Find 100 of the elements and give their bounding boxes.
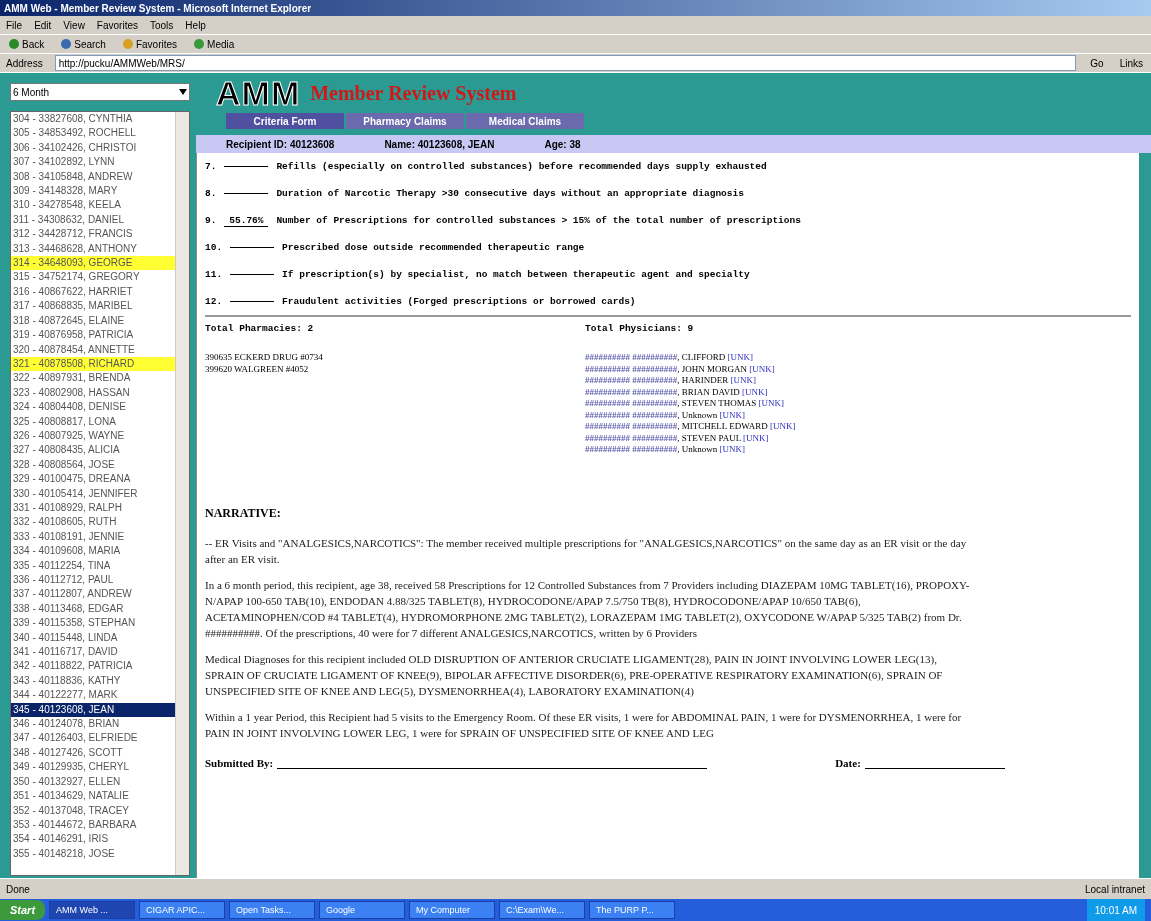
member-list[interactable] bbox=[10, 111, 190, 876]
scrollbar[interactable] bbox=[175, 112, 189, 875]
member-item[interactable]: 345 - 40123608, JEAN bbox=[11, 702, 175, 718]
criterion-row-text: 11. If prescription(s) by specialist, no match between therapeutic agent and specialty bbox=[205, 268, 751, 282]
member-item[interactable]: 330 - 40105414, JENNIFER bbox=[11, 486, 175, 501]
member-item[interactable]: 335 - 40112254, TINA bbox=[11, 558, 175, 573]
criterion-row-text: 8. Duration of Narcotic Therapy >30 consecutive days without an appropriate diagnosis bbox=[205, 187, 745, 201]
taskbar-button[interactable]: Open Tasks... bbox=[229, 901, 316, 919]
tab[interactable]: Criteria Form bbox=[226, 113, 344, 129]
member-item[interactable]: 312 - 34428712, FRANCIS bbox=[11, 227, 175, 242]
menu-item[interactable]: Favorites bbox=[96, 19, 138, 31]
go-button[interactable]: Go bbox=[1088, 57, 1106, 69]
member-item[interactable]: 306 - 34102426, CHRISTOI bbox=[11, 140, 175, 156]
menu-item[interactable]: View bbox=[63, 19, 85, 31]
taskbar-button[interactable]: Google bbox=[319, 901, 406, 919]
member-item[interactable]: 350 - 40132927, ELLEN bbox=[11, 774, 175, 790]
physician-link[interactable]: [UNK] bbox=[727, 352, 753, 362]
taskbar-button[interactable]: The PURP P... bbox=[589, 901, 676, 919]
member-item[interactable]: 316 - 40867622, HARRIET bbox=[11, 284, 175, 300]
toolbar-button[interactable]: Media bbox=[191, 38, 237, 50]
start-button[interactable]: Start bbox=[0, 900, 46, 920]
member-item[interactable]: 344 - 40122277, MARK bbox=[11, 688, 175, 703]
physician-link[interactable]: [UNK] bbox=[742, 386, 768, 397]
physician-item: ########## ##########, BRIAN DAVID [UNK] bbox=[585, 386, 769, 398]
member-item[interactable]: 329 - 40100475, DREANA bbox=[11, 472, 175, 487]
recipient-age: Age: 38 bbox=[544, 138, 581, 150]
member-item[interactable]: 338 - 40113468, EDGAR bbox=[11, 601, 175, 617]
member-item[interactable]: 349 - 40129935, CHERYL bbox=[11, 760, 175, 775]
member-item[interactable]: 333 - 40108191, JENNIE bbox=[11, 529, 175, 545]
toolbar-button[interactable]: Back bbox=[6, 38, 47, 50]
taskbar-button[interactable]: My Computer bbox=[409, 901, 496, 919]
physician-item: ########## ##########, STEVEN THOMAS [UNK] bbox=[585, 398, 786, 410]
taskbar-button[interactable]: CIGAR APIC... bbox=[139, 901, 226, 919]
member-item[interactable]: 336 - 40112712, PAUL bbox=[11, 573, 175, 588]
physician-link[interactable]: [UNK] bbox=[758, 398, 785, 408]
member-item[interactable]: 337 - 40112807, ANDREW bbox=[11, 587, 175, 602]
member-item[interactable]: 315 - 34752174, GREGORY bbox=[11, 270, 175, 285]
member-item[interactable]: 323 - 40802908, HASSAN bbox=[11, 385, 175, 401]
member-item[interactable]: 320 - 40878454, ANNETTE bbox=[11, 342, 175, 357]
physician-link[interactable]: [UNK] bbox=[743, 432, 769, 443]
member-item[interactable]: 354 - 40146291, IRIS bbox=[11, 832, 175, 847]
address-field[interactable]: http://pucku/AMMWeb/MRS/ bbox=[54, 55, 1077, 71]
member-item[interactable]: 318 - 40872645, ELAINE bbox=[11, 313, 175, 329]
member-item[interactable]: 319 - 40876958, PATRICIA bbox=[11, 328, 175, 343]
menu-item[interactable]: Edit bbox=[34, 19, 52, 31]
tab[interactable]: Pharmacy Claims bbox=[346, 113, 464, 129]
member-item[interactable]: 341 - 40116717, DAVID bbox=[11, 645, 175, 660]
member-item[interactable]: 342 - 40118822, PATRICIA bbox=[11, 659, 175, 674]
criterion-row-text: 10. Prescribed dose outside recommended therapeutic range bbox=[205, 241, 586, 255]
member-item[interactable]: 352 - 40137048, TRACEY bbox=[11, 803, 175, 818]
member-item[interactable]: 346 - 40124078, BRIAN bbox=[11, 717, 175, 732]
member-item[interactable]: 326 - 40807925, WAYNE bbox=[11, 428, 175, 444]
taskbar-button[interactable]: C:\Exam\We... bbox=[499, 901, 586, 919]
member-item[interactable]: 305 - 34853492, ROCHELL bbox=[11, 126, 175, 141]
member-item[interactable]: 355 - 40148218, JOSE bbox=[11, 846, 175, 862]
physician-link[interactable]: [UNK] bbox=[769, 421, 796, 431]
member-item[interactable]: 353 - 40144672, BARBARA bbox=[11, 817, 175, 833]
recipient-name: Name: 40123608, JEAN bbox=[384, 138, 495, 150]
member-item[interactable]: 314 - 34648093, GEORGE bbox=[11, 256, 175, 271]
member-item[interactable]: 317 - 40868835, MARIBEL bbox=[11, 299, 175, 314]
member-item[interactable]: 313 - 34468628, ANTHONY bbox=[11, 241, 175, 257]
member-item[interactable]: 304 - 33827608, CYNTHIA bbox=[11, 112, 175, 127]
scrollbar[interactable] bbox=[1139, 153, 1151, 878]
member-item[interactable]: 327 - 40808435, ALICIA bbox=[11, 443, 175, 458]
member-item[interactable]: 321 - 40878508, RICHARD bbox=[11, 356, 175, 372]
member-item[interactable]: 307 - 34102892, LYNN bbox=[11, 155, 175, 170]
window-title: AMM Web - Member Review System - Microsoft Internet Explorer bbox=[0, 0, 1151, 16]
physician-link[interactable]: [UNK] bbox=[719, 444, 745, 454]
links-button[interactable]: Links bbox=[1117, 57, 1145, 69]
toolbar-button[interactable]: Favorites bbox=[119, 38, 180, 50]
menu-item[interactable]: Help bbox=[185, 19, 206, 31]
member-item[interactable]: 351 - 40134629, NATALIE bbox=[11, 789, 175, 804]
toolbar-button[interactable]: Search bbox=[58, 38, 108, 50]
member-item[interactable]: 332 - 40108605, RUTH bbox=[11, 515, 175, 530]
member-item[interactable]: 343 - 40118836, KATHY bbox=[11, 673, 175, 689]
physician-link[interactable]: [UNK] bbox=[749, 363, 775, 374]
member-item[interactable]: 334 - 40109608, MARIA bbox=[11, 544, 175, 559]
dropdown-arrow-icon[interactable] bbox=[179, 89, 187, 95]
physician-link[interactable]: [UNK] bbox=[719, 409, 745, 420]
member-item[interactable]: 322 - 40897931, BRENDA bbox=[11, 371, 175, 386]
zone-text: Local intranet bbox=[1084, 883, 1145, 895]
member-item[interactable]: 311 - 34308632, DANIEL bbox=[11, 212, 175, 228]
member-item[interactable]: 324 - 40804408, DENISE bbox=[11, 400, 175, 415]
narrative-paragraph: In a 6 month period, this recipient, age 38, received 58 Prescriptions for 12 Controlled Substances from 7 Providers including DIAZEPAM 10MG TABLET(16), PROPOXY-N/APAP 100-650 TAB(10), ENDODAN 4.88/325 TABLET(8), HYDROCODONE/APAP 7.5/750 TB(8), HYDROCODONE/APAP 10/650 TAB(6), ACETAMINOPHEN/COD #4 TABLET(4), HYDROMORPHONE 2MG TABLET(2), LORAZEPAM 1MG TABLET(2), OXYCODONE W/APAP 5/325 TAB(2) from Dr. ##########. Of the prescriptions, 40 were for 7 different ANALGESICS,NARCOTICS, written by 6 Providers bbox=[205, 577, 971, 641]
member-item[interactable]: 310 - 34278548, KEELA bbox=[11, 198, 175, 213]
member-item[interactable]: 340 - 40115448, LINDA bbox=[11, 630, 175, 646]
tab[interactable]: Medical Claims bbox=[466, 113, 584, 129]
period-select[interactable]: 6 Month bbox=[10, 83, 190, 101]
taskbar-button[interactable]: AMM Web ... bbox=[49, 901, 136, 919]
member-item[interactable]: 328 - 40808564, JOSE bbox=[11, 457, 175, 473]
member-item[interactable]: 331 - 40108929, RALPH bbox=[11, 500, 175, 516]
physician-link[interactable]: [UNK] bbox=[730, 375, 756, 385]
member-item[interactable]: 339 - 40115358, STEPHAN bbox=[11, 616, 175, 631]
member-item[interactable]: 308 - 34105848, ANDREW bbox=[11, 169, 175, 185]
member-item[interactable]: 309 - 34148328, MARY bbox=[11, 184, 175, 199]
member-item[interactable]: 347 - 40126403, ELFRIEDE bbox=[11, 731, 175, 746]
member-item[interactable]: 348 - 40127426, SCOTT bbox=[11, 745, 175, 761]
menu-item[interactable]: File bbox=[6, 19, 23, 31]
menu-item[interactable]: Tools bbox=[150, 19, 174, 31]
member-item[interactable]: 325 - 40808817, LONA bbox=[11, 414, 175, 429]
